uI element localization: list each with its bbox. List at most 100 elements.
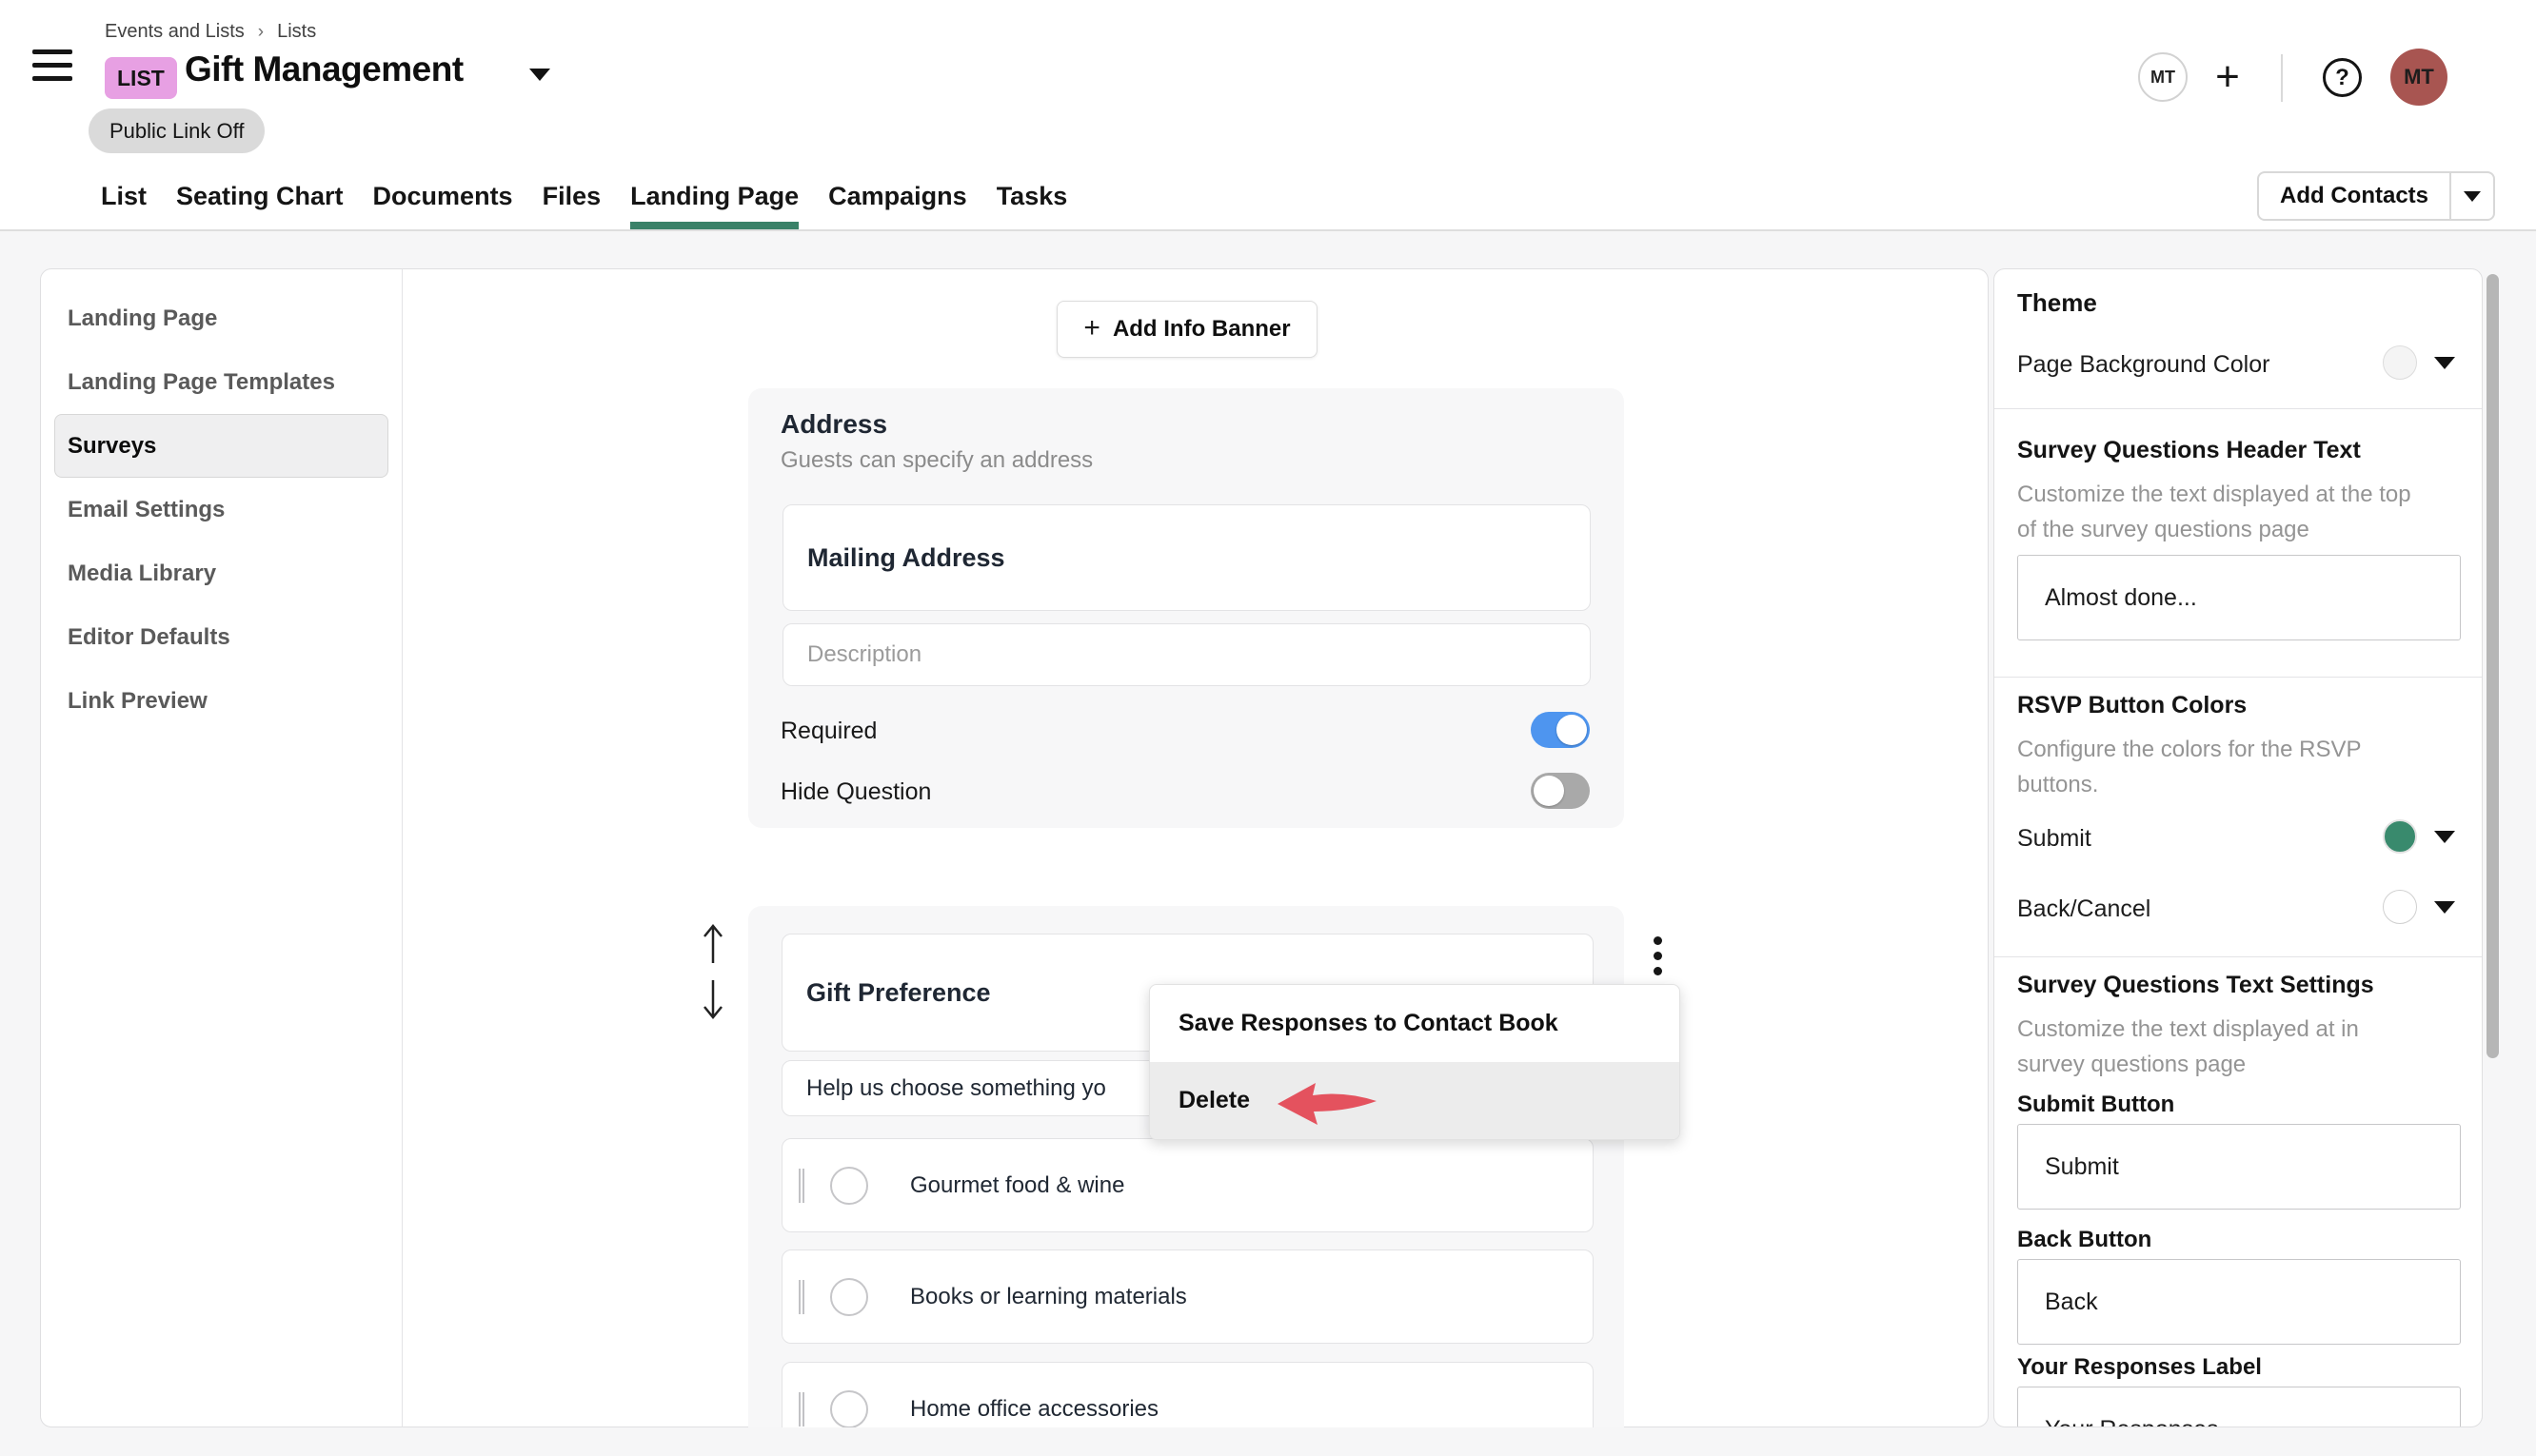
submit-button-input[interactable] bbox=[2018, 1153, 2460, 1181]
sidebar-item-link-preview[interactable]: Link Preview bbox=[54, 669, 388, 733]
section-divider bbox=[1994, 956, 2483, 957]
sidebar-item-landing-page-templates[interactable]: Landing Page Templates bbox=[54, 350, 388, 414]
tab-documents[interactable]: Documents bbox=[373, 162, 513, 231]
option-row: Home office accessories bbox=[782, 1362, 1594, 1427]
sidebar-item-landing-page[interactable]: Landing Page bbox=[54, 286, 388, 350]
drag-handle-icon[interactable] bbox=[799, 1169, 804, 1203]
tab-tasks[interactable]: Tasks bbox=[997, 162, 1068, 231]
tab-list[interactable]: List bbox=[101, 162, 147, 231]
reorder-controls bbox=[700, 921, 728, 1032]
required-toggle[interactable] bbox=[1531, 712, 1590, 748]
app-window: Events and Lists › Lists LIST Gift Manag… bbox=[0, 0, 2536, 1456]
address-question-card: Address Guests can specify an address Re… bbox=[748, 388, 1624, 828]
sidebar-item-editor-defaults[interactable]: Editor Defaults bbox=[54, 605, 388, 669]
theme-settings-panel: Theme Page Background Color Survey Quest… bbox=[1993, 268, 2483, 1427]
section-divider bbox=[1994, 408, 2483, 409]
option-row: Books or learning materials bbox=[782, 1249, 1594, 1344]
help-icon[interactable]: ? bbox=[2323, 58, 2362, 97]
back-button-input[interactable] bbox=[2018, 1289, 2460, 1316]
panel-scrollbar-thumb[interactable] bbox=[2486, 274, 2499, 1058]
survey-header-text-input[interactable] bbox=[2018, 584, 2460, 612]
back-button-label: Back Button bbox=[2017, 1227, 2151, 1253]
menu-item-delete[interactable]: Delete bbox=[1150, 1062, 1679, 1139]
question-options-kebab-icon[interactable] bbox=[1652, 936, 1663, 982]
breadcrumb: Events and Lists › Lists bbox=[105, 21, 316, 43]
text-settings-heading: Survey Questions Text Settings bbox=[2017, 972, 2374, 999]
rsvp-button-colors-heading: RSVP Button Colors bbox=[2017, 692, 2247, 719]
sidebar-item-surveys[interactable]: Surveys bbox=[54, 414, 388, 478]
survey-header-text-field[interactable] bbox=[2017, 555, 2461, 640]
list-type-badge: LIST bbox=[105, 57, 177, 99]
move-up-arrow-icon[interactable] bbox=[700, 921, 726, 967]
required-label: Required bbox=[781, 718, 877, 745]
move-down-arrow-icon[interactable] bbox=[700, 976, 726, 1022]
drag-handle-icon[interactable] bbox=[799, 1280, 804, 1314]
radio-button-icon[interactable] bbox=[830, 1390, 868, 1428]
submit-button-label: Submit Button bbox=[2017, 1092, 2174, 1118]
hide-question-toggle[interactable] bbox=[1531, 773, 1590, 809]
radio-button-icon[interactable] bbox=[830, 1167, 868, 1205]
text-settings-description: Customize the text displayed at in surve… bbox=[2017, 1012, 2427, 1082]
option-label[interactable]: Books or learning materials bbox=[910, 1284, 1187, 1310]
survey-header-text-description: Customize the text displayed at the top … bbox=[2017, 477, 2427, 547]
tab-campaigns[interactable]: Campaigns bbox=[828, 162, 967, 231]
description-input[interactable] bbox=[783, 641, 1590, 668]
question-label-field[interactable] bbox=[783, 504, 1591, 611]
back-cancel-color-swatch[interactable] bbox=[2383, 890, 2417, 924]
toolbar-divider bbox=[2281, 54, 2283, 102]
hamburger-menu-icon[interactable] bbox=[32, 49, 72, 81]
section-divider bbox=[1994, 677, 2483, 678]
theme-heading: Theme bbox=[2017, 288, 2097, 318]
landing-page-sidebar: Landing Page Landing Page Templates Surv… bbox=[40, 268, 403, 1427]
back-cancel-color-label: Back/Cancel bbox=[2017, 895, 2150, 923]
plus-icon: + bbox=[1083, 312, 1100, 344]
workspace-avatar[interactable]: MT bbox=[2138, 52, 2188, 102]
rsvp-button-colors-description: Configure the colors for the RSVP button… bbox=[2017, 732, 2427, 802]
back-button-field[interactable] bbox=[2017, 1259, 2461, 1345]
tab-seating-chart[interactable]: Seating Chart bbox=[176, 162, 344, 231]
title-dropdown-caret-icon[interactable] bbox=[529, 69, 550, 81]
page-title: Gift Management bbox=[185, 49, 464, 89]
color-dropdown-caret-icon[interactable] bbox=[2434, 831, 2455, 843]
question-label-input[interactable] bbox=[783, 543, 1590, 573]
sidebar-item-email-settings[interactable]: Email Settings bbox=[54, 478, 388, 541]
question-description-field[interactable] bbox=[783, 623, 1591, 686]
option-label[interactable]: Gourmet food & wine bbox=[910, 1172, 1124, 1199]
color-dropdown-caret-icon[interactable] bbox=[2434, 357, 2455, 369]
submit-color-swatch[interactable] bbox=[2383, 819, 2417, 854]
submit-button-field[interactable] bbox=[2017, 1124, 2461, 1210]
option-row: Gourmet food & wine bbox=[782, 1138, 1594, 1232]
breadcrumb-separator-icon: › bbox=[258, 22, 264, 43]
public-link-status-badge[interactable]: Public Link Off bbox=[89, 108, 265, 153]
your-responses-field[interactable] bbox=[2017, 1387, 2461, 1427]
add-info-banner-button[interactable]: + Add Info Banner bbox=[1057, 301, 1318, 358]
page-background-color-label: Page Background Color bbox=[2017, 351, 2269, 379]
add-contacts-button[interactable]: Add Contacts bbox=[2259, 173, 2449, 219]
add-contacts-split-button[interactable]: Add Contacts bbox=[2257, 171, 2495, 221]
submit-color-label: Submit bbox=[2017, 825, 2091, 853]
survey-header-text-heading: Survey Questions Header Text bbox=[2017, 437, 2361, 464]
radio-button-icon[interactable] bbox=[830, 1278, 868, 1316]
option-label[interactable]: Home office accessories bbox=[910, 1396, 1159, 1423]
your-responses-input[interactable] bbox=[2018, 1416, 2460, 1428]
menu-item-save-responses[interactable]: Save Responses to Contact Book bbox=[1150, 985, 1679, 1062]
drag-handle-icon[interactable] bbox=[799, 1392, 804, 1426]
tab-landing-page[interactable]: Landing Page bbox=[630, 162, 799, 231]
color-dropdown-caret-icon[interactable] bbox=[2434, 901, 2455, 914]
main-tab-bar: List Seating Chart Documents Files Landi… bbox=[101, 162, 1067, 231]
your-responses-label: Your Responses Label bbox=[2017, 1354, 2262, 1381]
add-new-icon[interactable]: + bbox=[2209, 52, 2247, 102]
app-header: Events and Lists › Lists LIST Gift Manag… bbox=[0, 0, 2536, 231]
breadcrumb-events-and-lists[interactable]: Events and Lists bbox=[105, 21, 245, 43]
tab-files[interactable]: Files bbox=[543, 162, 602, 231]
sidebar-item-media-library[interactable]: Media Library bbox=[54, 541, 388, 605]
breadcrumb-lists[interactable]: Lists bbox=[277, 21, 316, 43]
hide-question-label: Hide Question bbox=[781, 778, 931, 806]
question-title: Address bbox=[781, 409, 887, 440]
question-subtitle: Guests can specify an address bbox=[781, 447, 1093, 474]
user-avatar[interactable]: MT bbox=[2390, 49, 2447, 106]
question-context-menu: Save Responses to Contact Book Delete bbox=[1149, 984, 1680, 1140]
add-contacts-dropdown-button[interactable] bbox=[2451, 173, 2493, 219]
chevron-down-icon bbox=[2464, 191, 2481, 202]
page-background-color-swatch[interactable] bbox=[2383, 345, 2417, 380]
